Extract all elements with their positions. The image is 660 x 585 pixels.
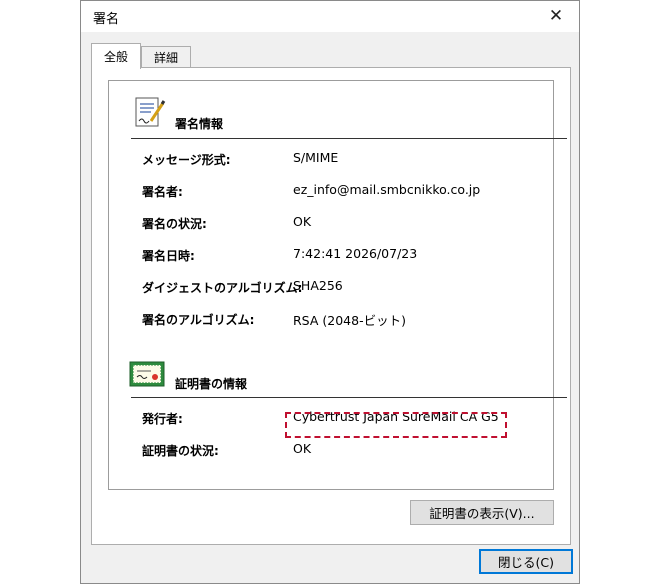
close-icon[interactable]: ✕ bbox=[543, 5, 569, 27]
signer-label: 署名者: bbox=[142, 185, 183, 199]
certificate-status-value: OK bbox=[293, 441, 312, 456]
info-group-box: 署名情報 メッセージ形式: S/MIME 署名者: ez_info@mail.s… bbox=[108, 80, 567, 490]
view-certificate-button[interactable]: 証明書の表示(V)... bbox=[410, 500, 554, 525]
issuer-label: 発行者: bbox=[142, 412, 183, 426]
view-certificate-button-label: 証明書の表示(V)... bbox=[429, 506, 535, 521]
signer-value: ez_info@mail.smbcnikko.co.jp bbox=[293, 182, 481, 197]
message-format-label: メッセージ形式: bbox=[142, 153, 231, 167]
signature-dialog: 署名 ✕ 全般 詳細 署名情報 メッセージ形式: S/MIME 署名者: ez_… bbox=[80, 0, 580, 584]
tab-details[interactable]: 詳細 bbox=[141, 46, 191, 68]
signature-algorithm-label: 署名のアルゴリズム: bbox=[142, 313, 255, 327]
certificate-status-label: 証明書の状況: bbox=[142, 444, 219, 458]
close-button-label: 閉じる(C) bbox=[498, 555, 554, 570]
certificate-info-heading: 証明書の情報 bbox=[175, 377, 248, 391]
digest-algorithm-value: SHA256 bbox=[293, 278, 343, 293]
certificate-section-divider bbox=[131, 397, 567, 398]
tab-details-label: 詳細 bbox=[153, 51, 178, 65]
signature-status-label: 署名の状況: bbox=[142, 217, 207, 231]
signing-time-label: 署名日時: bbox=[142, 249, 195, 263]
signing-time-value: 7:42:41 2026/07/23 bbox=[293, 246, 418, 261]
certificate-icon bbox=[129, 361, 165, 387]
tab-general[interactable]: 全般 bbox=[91, 43, 141, 69]
signature-status-value: OK bbox=[293, 214, 312, 229]
window-title: 署名 bbox=[93, 12, 120, 27]
issuer-highlight-box bbox=[285, 412, 507, 438]
tab-general-label: 全般 bbox=[103, 50, 128, 64]
signature-section-divider bbox=[131, 138, 567, 139]
signature-info-heading: 署名情報 bbox=[175, 117, 224, 131]
title-bar: 署名 ✕ bbox=[81, 1, 579, 32]
message-format-value: S/MIME bbox=[293, 150, 339, 165]
signed-document-icon bbox=[135, 97, 166, 127]
close-button[interactable]: 閉じる(C) bbox=[479, 549, 573, 574]
tab-panel-general: 署名情報 メッセージ形式: S/MIME 署名者: ez_info@mail.s… bbox=[91, 67, 571, 545]
digest-algorithm-label: ダイジェストのアルゴリズム: bbox=[142, 281, 303, 295]
signature-algorithm-value: RSA (2048-ビット) bbox=[293, 313, 406, 328]
